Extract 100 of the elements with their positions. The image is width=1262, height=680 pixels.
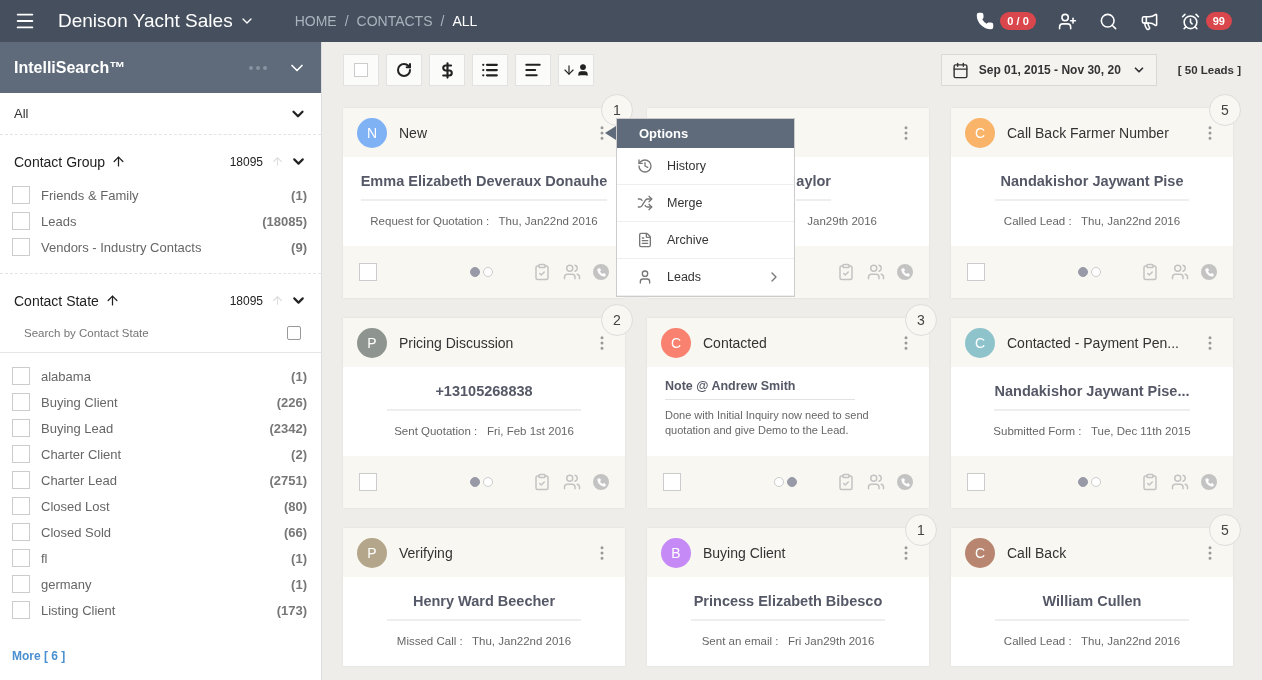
filter-label: Leads bbox=[41, 213, 77, 229]
lines-icon bbox=[524, 61, 542, 79]
refresh-button[interactable] bbox=[386, 54, 422, 86]
filter-label: germany bbox=[41, 576, 92, 592]
page-dot[interactable] bbox=[774, 477, 784, 487]
app-title[interactable]: Denison Yacht Sales bbox=[58, 10, 255, 32]
breadcrumb-link[interactable]: ALL bbox=[452, 13, 478, 29]
activity-date: Sent Quotation : Fri, Feb 1st 2016 bbox=[394, 425, 574, 437]
clipboard-icon[interactable] bbox=[533, 263, 551, 281]
people-icon[interactable] bbox=[563, 473, 581, 491]
page-dot[interactable] bbox=[1078, 477, 1088, 487]
page-dot[interactable] bbox=[483, 267, 493, 277]
filter-checkbox[interactable] bbox=[12, 549, 30, 567]
people-icon[interactable] bbox=[867, 263, 885, 281]
group-title: Contact Group bbox=[14, 153, 106, 170]
select-all-button[interactable] bbox=[343, 54, 379, 86]
search-icon[interactable] bbox=[1098, 11, 1118, 31]
status-label: Call Back Farmer Number bbox=[1007, 124, 1169, 141]
card-checkbox[interactable] bbox=[967, 263, 985, 281]
sort-up-icon[interactable] bbox=[104, 293, 120, 308]
sort-up-icon[interactable] bbox=[111, 154, 127, 169]
filter-value[interactable]: All bbox=[14, 106, 29, 121]
filter-count: (2342) bbox=[269, 420, 307, 436]
alarm-count-badge: 99 bbox=[1205, 12, 1232, 30]
count-badge: 5 bbox=[1209, 514, 1241, 546]
page-dot[interactable] bbox=[1078, 267, 1088, 277]
activity-date: Called Lead : Thu, Jan22nd 2016 bbox=[1003, 215, 1181, 227]
date-range-picker[interactable]: Sep 01, 2015 - Nov 30, 20 bbox=[940, 54, 1157, 86]
filter-checkbox[interactable] bbox=[12, 212, 30, 230]
page-dot[interactable] bbox=[1091, 477, 1101, 487]
filter-count: (18085) bbox=[262, 213, 307, 229]
sidebar-title: IntelliSearch™ bbox=[14, 58, 126, 77]
calendar-icon bbox=[951, 61, 969, 79]
status-label: New bbox=[399, 124, 427, 141]
search-field[interactable]: Search by Contact State bbox=[22, 325, 287, 340]
filter-count: (173) bbox=[276, 602, 307, 618]
list-button[interactable] bbox=[472, 54, 508, 86]
phone-icon[interactable] bbox=[976, 12, 995, 30]
page-dot[interactable] bbox=[787, 477, 797, 487]
dots-icon[interactable] bbox=[249, 65, 267, 70]
filter-checkbox[interactable] bbox=[12, 471, 30, 489]
people-icon[interactable] bbox=[1171, 473, 1189, 491]
filter-checkbox[interactable] bbox=[12, 186, 30, 204]
filter-count: (226) bbox=[276, 394, 307, 410]
add-user-icon[interactable] bbox=[1057, 11, 1077, 31]
contact-name: Henry Ward Beecher bbox=[387, 593, 581, 621]
filter-checkbox[interactable] bbox=[12, 523, 30, 541]
filter-label: Vendors - Industry Contacts bbox=[41, 239, 202, 255]
filter-checkbox[interactable] bbox=[12, 497, 30, 515]
filter-count: (1) bbox=[291, 550, 307, 566]
clipboard-icon[interactable] bbox=[1141, 473, 1159, 491]
card-checkbox[interactable] bbox=[359, 263, 377, 281]
person-icon bbox=[576, 63, 590, 77]
clipboard-icon[interactable] bbox=[1141, 263, 1159, 281]
filter-checkbox[interactable] bbox=[12, 601, 30, 619]
clipboard-icon[interactable] bbox=[837, 263, 855, 281]
filter-checkbox[interactable] bbox=[12, 393, 30, 411]
activity-date: Jan29th 2016 bbox=[807, 215, 877, 227]
breadcrumb-link[interactable]: HOME bbox=[294, 13, 337, 29]
align-button[interactable] bbox=[515, 54, 551, 86]
activity-date: Request for Quotation : Thu, Jan22nd 2016 bbox=[370, 215, 598, 227]
contact-name: Emma Elizabeth Deveraux Donauhe bbox=[360, 173, 608, 201]
filter-label: Charter Lead bbox=[41, 472, 117, 488]
contact-name: Princess Elizabeth Bibesco bbox=[691, 593, 885, 621]
breadcrumb-separator: / bbox=[440, 13, 445, 29]
filter-checkbox[interactable] bbox=[12, 367, 30, 385]
filter-label: Buying Lead bbox=[41, 420, 114, 436]
page-dot[interactable] bbox=[470, 267, 480, 277]
activity-date: Called Lead : Thu, Jan22nd 2016 bbox=[1003, 635, 1181, 647]
filter-label: Listing Client bbox=[41, 602, 116, 618]
card-checkbox[interactable] bbox=[359, 473, 377, 491]
people-icon[interactable] bbox=[1171, 263, 1189, 281]
breadcrumb-link[interactable]: CONTACTS bbox=[356, 13, 433, 29]
filter-count: (1) bbox=[291, 368, 307, 384]
page-dot[interactable] bbox=[1091, 267, 1101, 277]
sort-person-button[interactable] bbox=[558, 54, 594, 86]
status-label: Contacted bbox=[703, 334, 767, 351]
select-all-checkbox[interactable] bbox=[287, 325, 301, 340]
avatar: N bbox=[357, 117, 387, 148]
dollar-button[interactable] bbox=[429, 54, 465, 86]
clipboard-icon[interactable] bbox=[837, 473, 855, 491]
card-checkbox[interactable] bbox=[967, 473, 985, 491]
filter-checkbox[interactable] bbox=[12, 575, 30, 593]
contact-name: William Cullen bbox=[995, 593, 1189, 621]
avatar: P bbox=[357, 327, 387, 358]
page-dot[interactable] bbox=[483, 477, 493, 487]
clipboard-icon[interactable] bbox=[533, 473, 551, 491]
page-dot[interactable] bbox=[470, 477, 480, 487]
people-icon[interactable] bbox=[563, 263, 581, 281]
card-checkbox[interactable] bbox=[663, 473, 681, 491]
filter-label: Friends & Family bbox=[41, 187, 139, 203]
filter-checkbox[interactable] bbox=[12, 238, 30, 256]
alarm-clock-icon[interactable] bbox=[1180, 11, 1200, 31]
contact-name: Nandakishor Jaywant Pise bbox=[995, 173, 1189, 201]
people-icon[interactable] bbox=[867, 473, 885, 491]
filter-checkbox[interactable] bbox=[12, 445, 30, 463]
breadcrumb-separator: / bbox=[344, 13, 349, 29]
filter-checkbox[interactable] bbox=[12, 419, 30, 437]
megaphone-icon[interactable] bbox=[1139, 11, 1159, 31]
filter-label: fl bbox=[41, 550, 48, 566]
